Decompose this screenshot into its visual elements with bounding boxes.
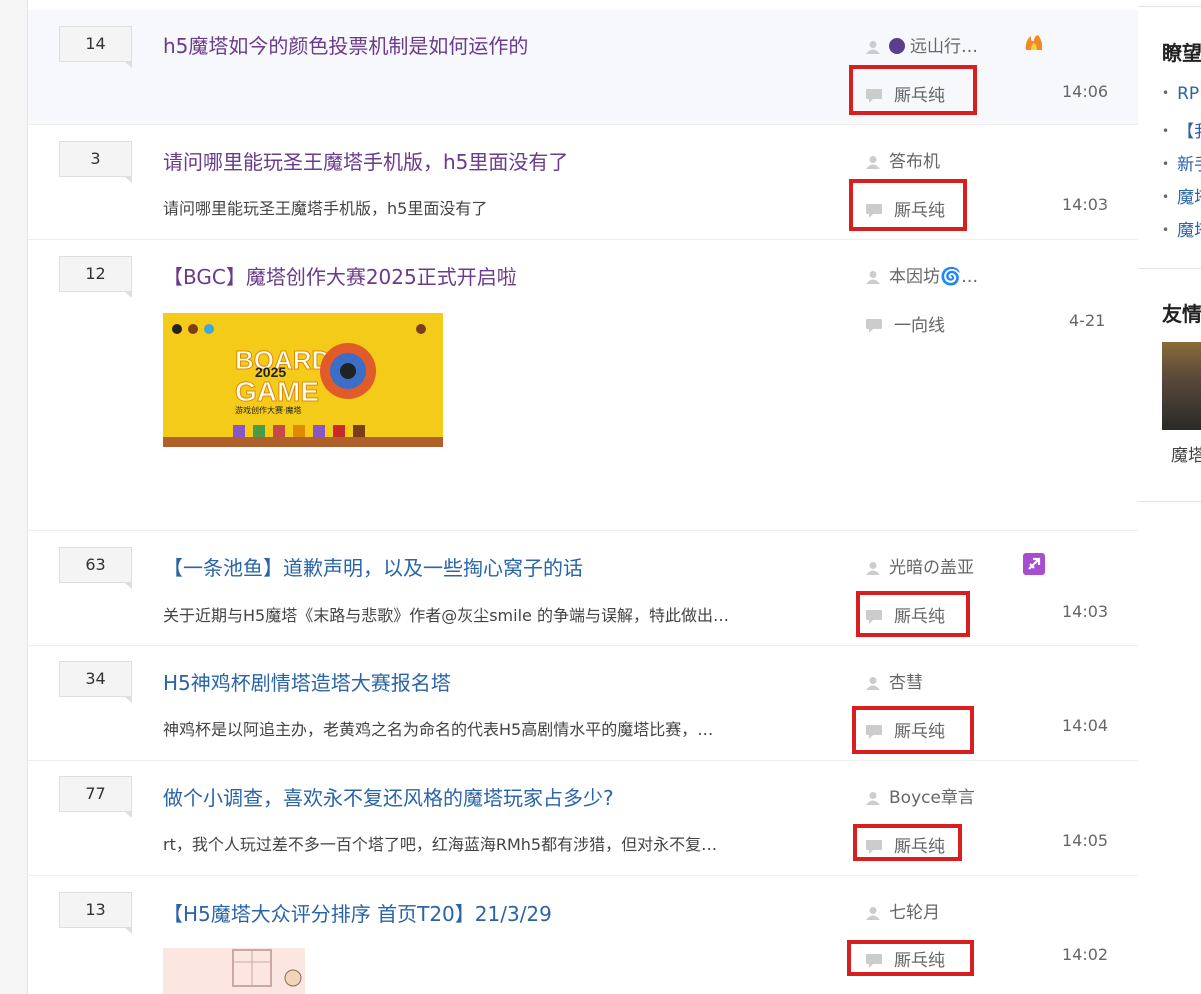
person-icon	[866, 156, 880, 169]
thread-title[interactable]: 请问哪里能玩圣王魔塔手机版，h5里面没有了	[163, 146, 568, 175]
sidebar-link[interactable]: •新手	[1162, 150, 1201, 175]
last-post-time: 14:02	[1062, 945, 1109, 964]
thread-image[interactable]	[163, 948, 305, 994]
bullet-icon: •	[1162, 190, 1170, 204]
highlight-box	[849, 179, 967, 231]
thread-title[interactable]: H5神鸡杯剧情塔造塔大赛报名塔	[163, 667, 451, 696]
divider	[1138, 268, 1201, 269]
comment-icon	[866, 319, 882, 333]
flame-badge-icon	[1023, 32, 1045, 54]
reply-count: 12	[59, 256, 132, 298]
thread-excerpt: 关于近期与H5魔塔《末路与悲歌》作者@灰尘smile 的争端与误解，特此做出…	[163, 606, 729, 625]
highlight-box	[856, 591, 970, 637]
sidebar-link[interactable]: •【我	[1162, 117, 1201, 142]
person-icon	[866, 41, 880, 54]
bullet-icon: •	[1162, 86, 1170, 100]
thread-author[interactable]: 七轮月	[866, 898, 940, 923]
highlight-box	[853, 824, 962, 861]
thread-excerpt: 神鸡杯是以阿追主办，老黄鸡之名为命名的代表H5高剧情水平的魔塔比赛，…	[163, 720, 714, 739]
last-post-time: 14:04	[1062, 716, 1109, 735]
avatar	[889, 38, 905, 54]
bullet-icon: •	[1162, 124, 1170, 138]
last-post-time: 14:03	[1062, 602, 1109, 621]
banner-subtitle-text: 游戏创作大赛·魔塔	[235, 405, 302, 415]
reply-count: 34	[59, 661, 132, 703]
thread-row[interactable]: 3 请问哪里能玩圣王魔塔手机版，h5里面没有了 请问哪里能玩圣王魔塔手机版，h5…	[28, 125, 1138, 240]
sidebar-link[interactable]: • RP	[1162, 84, 1199, 104]
friend-site-thumbnail[interactable]	[1162, 342, 1201, 430]
sidebar: 瞭望 •RP •【我 •新手 •魔塔 •魔塔 友情 魔塔	[1138, 0, 1201, 994]
last-post-time: 14:06	[1062, 82, 1109, 101]
highlight-box	[847, 940, 974, 976]
thread-row[interactable]: 63 【一条池鱼】道歉声明，以及一些掏心窝子的话 关于近期与H5魔塔《末路与悲歌…	[28, 531, 1138, 646]
last-post-time: 14:03	[1062, 195, 1109, 214]
thread-row[interactable]: 77 做个小调查，喜欢永不复还风格的魔塔玩家占多少? rt，我个人玩过差不多一百…	[28, 761, 1138, 876]
person-icon	[866, 792, 880, 805]
thread-list: 14 h5魔塔如今的颜色投票机制是如何运作的 远山行… 厮乓纯 14:06 3 …	[27, 0, 1139, 994]
banner-game-text: GAME	[235, 376, 319, 407]
reply-count: 14	[59, 26, 132, 68]
sagittarius-badge-icon	[1023, 553, 1045, 575]
sidebar-link[interactable]: •魔塔	[1162, 216, 1201, 241]
thread-row[interactable]: 13 【H5魔塔大众评分排序 首页T20】21/3/29 七轮月 厮乓纯 14:…	[28, 876, 1138, 994]
thread-author[interactable]: 本因坊🌀…	[866, 262, 978, 287]
highlight-box	[849, 65, 977, 115]
sidebar-heading-outlook: 瞭望	[1162, 41, 1201, 65]
thread-author[interactable]: 答布机	[866, 147, 940, 172]
reply-count: 77	[59, 776, 132, 818]
person-icon	[866, 907, 880, 920]
thread-excerpt: 请问哪里能玩圣王魔塔手机版，h5里面没有了	[163, 199, 488, 218]
thread-title[interactable]: 【BGC】魔塔创作大赛2025正式开启啦	[163, 261, 517, 290]
thread-author[interactable]: 光暗の盖亚	[866, 553, 974, 578]
thread-title[interactable]: h5魔塔如今的颜色投票机制是如何运作的	[163, 30, 528, 59]
thread-title[interactable]: 【一条池鱼】道歉声明，以及一些掏心窝子的话	[163, 552, 583, 581]
friend-site-caption[interactable]: 魔塔	[1171, 441, 1201, 466]
sidebar-link[interactable]: •魔塔	[1162, 183, 1201, 208]
highlight-box	[852, 706, 974, 754]
sidebar-heading-friends: 友情	[1162, 302, 1201, 326]
divider	[1138, 6, 1201, 7]
person-icon	[866, 562, 880, 575]
bullet-icon: •	[1162, 157, 1170, 171]
thread-author[interactable]: 远山行…	[866, 32, 978, 57]
person-icon	[866, 271, 880, 284]
last-post-time: 14:05	[1062, 831, 1109, 850]
thread-image[interactable]: BOARD 2025 GAME 游戏创作大赛·魔塔	[163, 313, 443, 447]
thread-row[interactable]: 12 【BGC】魔塔创作大赛2025正式开启啦 BOARD 2025 GAME …	[28, 240, 1138, 531]
thread-title[interactable]: 【H5魔塔大众评分排序 首页T20】21/3/29	[163, 898, 552, 927]
reply-count: 63	[59, 547, 132, 589]
divider	[1138, 501, 1201, 502]
thread-author[interactable]: Boyce章言	[866, 783, 975, 808]
thread-title[interactable]: 做个小调查，喜欢永不复还风格的魔塔玩家占多少?	[163, 782, 614, 811]
person-icon	[866, 677, 880, 690]
thread-excerpt: rt，我个人玩过差不多一百个塔了吧，红海蓝海RMh5都有涉猎，但对永不复…	[163, 835, 718, 854]
last-post-time: 4-21	[1069, 311, 1106, 330]
bullet-icon: •	[1162, 223, 1170, 237]
reply-count: 3	[59, 141, 132, 183]
thread-author[interactable]: 杏彗	[866, 668, 923, 693]
last-poster[interactable]: 一向线	[866, 311, 945, 336]
reply-count: 13	[59, 892, 132, 934]
